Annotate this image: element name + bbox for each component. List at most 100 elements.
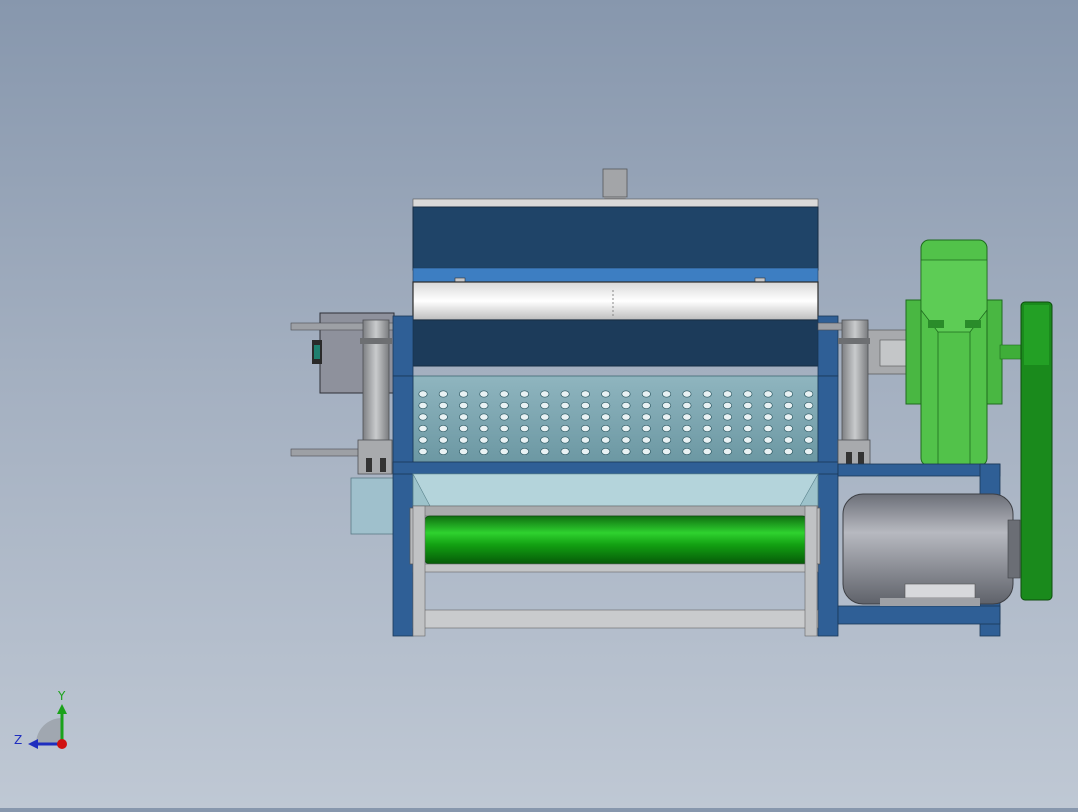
screen-hole xyxy=(722,447,733,456)
screen-hole xyxy=(459,390,469,398)
screen-hole xyxy=(702,413,712,421)
cad-viewport[interactable]: Y Z xyxy=(0,0,1078,808)
screen-hole xyxy=(763,436,773,444)
screen-hole xyxy=(418,447,428,456)
electric-motor xyxy=(842,493,1021,606)
screen-hole xyxy=(763,401,773,410)
screen-hole xyxy=(641,390,651,398)
screen-hole xyxy=(499,413,509,421)
screen-hole xyxy=(580,424,590,433)
green-roller xyxy=(409,507,821,565)
screen-hole xyxy=(560,401,570,410)
axis-triad: Y Z xyxy=(14,689,67,749)
left-support-post xyxy=(357,319,393,475)
screen-hole xyxy=(804,401,814,410)
screen-hole xyxy=(438,436,448,444)
screen-hole xyxy=(783,413,793,421)
screen-hole xyxy=(601,447,611,456)
screen-hole xyxy=(804,413,814,421)
screen-hole xyxy=(580,436,590,444)
screen-hole xyxy=(682,447,692,456)
screen-hole xyxy=(641,424,651,433)
screen-hole xyxy=(580,390,590,398)
screen-hole xyxy=(601,413,611,421)
screen-hole xyxy=(560,413,570,421)
screen-hole xyxy=(459,413,469,421)
screen-hole xyxy=(479,447,489,456)
y-axis-label: Y xyxy=(57,689,66,703)
screen-hole xyxy=(682,413,692,421)
screen-hole xyxy=(702,401,712,410)
screen-hole xyxy=(804,447,814,456)
screen-hole xyxy=(560,436,570,444)
screen-hole xyxy=(519,447,530,456)
screen-hole xyxy=(702,390,712,398)
screen-hole xyxy=(601,424,611,433)
screen-hole xyxy=(621,401,631,410)
screen-hole xyxy=(783,390,793,398)
screen-hole xyxy=(459,424,469,433)
screen-hole xyxy=(479,424,489,433)
screen-hole xyxy=(540,413,550,421)
screen-hole xyxy=(418,390,428,398)
screen-hole xyxy=(560,424,570,433)
screen-hole xyxy=(783,436,793,444)
screen-hole xyxy=(540,390,550,398)
screen-hole xyxy=(763,424,773,433)
screen-hole xyxy=(662,413,672,421)
screen-hole xyxy=(560,447,570,456)
screen-hole xyxy=(662,424,672,433)
screen-hole xyxy=(418,436,428,444)
screen-hole xyxy=(479,401,489,410)
screen-hole xyxy=(743,424,753,433)
perforated-screen xyxy=(412,375,819,463)
screen-hole xyxy=(519,390,530,398)
screen-hole xyxy=(641,401,651,410)
screen-hole xyxy=(682,436,692,444)
screen-hole xyxy=(438,401,448,410)
screen-hole xyxy=(682,401,692,410)
screen-hole xyxy=(783,424,793,433)
screen-hole xyxy=(560,390,570,398)
screen-hole xyxy=(438,424,448,433)
screen-hole xyxy=(641,447,651,456)
screen-hole xyxy=(479,390,489,398)
model-canvas[interactable]: Y Z xyxy=(0,0,1078,808)
screen-hole xyxy=(702,436,712,444)
screen-hole xyxy=(722,413,733,421)
screen-hole xyxy=(438,413,448,421)
screen-hole xyxy=(702,447,712,456)
screen-hole xyxy=(783,447,793,456)
screen-hole xyxy=(540,436,550,444)
screen-hole xyxy=(580,401,590,410)
screen-hole xyxy=(519,401,530,410)
screen-hole xyxy=(601,390,611,398)
screen-hole xyxy=(783,401,793,410)
screen-hole xyxy=(722,436,733,444)
screen-hole xyxy=(519,424,530,433)
z-axis-label: Z xyxy=(14,733,22,747)
green-gear-reducer xyxy=(905,239,1025,467)
screen-hole xyxy=(743,401,753,410)
screen-hole xyxy=(641,436,651,444)
screen-hole xyxy=(479,436,489,444)
screen-hole xyxy=(479,413,489,421)
screen-hole xyxy=(540,424,550,433)
screen-hole xyxy=(662,436,672,444)
screen-hole xyxy=(682,390,692,398)
screen-hole xyxy=(418,424,428,433)
screen-hole xyxy=(804,390,814,398)
screen-hole xyxy=(499,390,509,398)
screen-hole xyxy=(702,424,712,433)
screen-hole xyxy=(763,447,773,456)
screen-hole xyxy=(662,390,672,398)
screen-hole xyxy=(621,413,631,421)
screen-hole xyxy=(621,436,631,444)
screen-hole xyxy=(601,436,611,444)
screen-hole xyxy=(641,413,651,421)
screen-hole xyxy=(499,436,509,444)
screen-hole xyxy=(722,390,733,398)
screen-hole xyxy=(804,436,814,444)
screen-hole xyxy=(804,424,814,433)
screen-hole xyxy=(763,390,773,398)
